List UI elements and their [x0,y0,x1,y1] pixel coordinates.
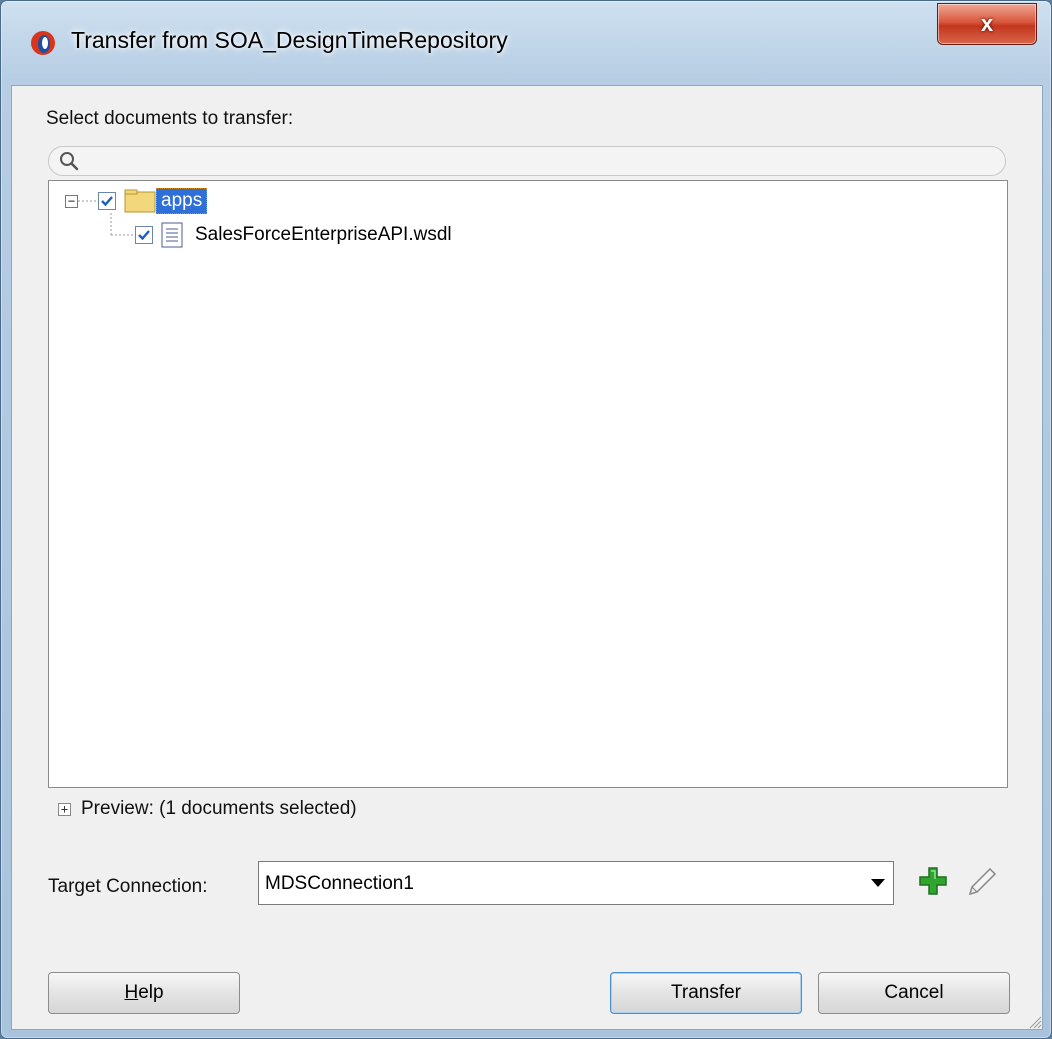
add-connection-icon[interactable] [918,866,948,896]
window-title: Transfer from SOA_DesignTimeRepository [71,27,508,53]
folder-icon [124,189,156,213]
document-tree[interactable]: − apps SalesForceEnterpriseAPI.wsdl [48,180,1008,788]
search-icon [60,152,79,171]
preview-label: Preview: (1 documents selected) [81,798,357,819]
checkmark-icon [101,196,113,207]
preview-toggle[interactable]: + Preview: (1 documents selected) [58,798,357,820]
select-documents-label: Select documents to transfer: [46,108,294,129]
transfer-button-label: Transfer [670,982,742,1003]
document-icon [161,222,183,248]
tree-node-label: SalesForceEnterpriseAPI.wsdl [195,224,452,245]
expand-icon[interactable]: + [58,802,71,816]
checkmark-icon [138,230,150,241]
wsdl-checkbox[interactable] [135,226,153,244]
target-connection-value: MDSConnection1 [265,873,414,894]
target-connection-label: Target Connection: [48,876,208,897]
oracle-app-icon [31,31,55,55]
tree-node-wsdl[interactable]: SalesForceEnterpriseAPI.wsdl [135,221,456,249]
tree-node-apps[interactable]: − apps [65,187,208,215]
cancel-button-label: Cancel [884,982,944,1003]
dialog-content: Select documents to transfer: − apps Sal… [11,85,1043,1030]
dialog-window: Transfer from SOA_DesignTimeRepository x… [0,0,1052,1039]
edit-connection-icon[interactable] [964,866,998,900]
title-bar[interactable]: Transfer from SOA_DesignTimeRepository x [1,1,1051,85]
transfer-button[interactable]: Transfer [610,972,802,1014]
help-button[interactable]: Help [48,972,240,1014]
search-field[interactable] [48,146,1006,176]
apps-checkbox[interactable] [98,192,116,210]
tree-node-label: apps [156,188,208,214]
target-connection-select[interactable]: MDSConnection1 [258,861,894,905]
help-button-label: Help [124,982,164,1003]
resize-grip-icon[interactable] [1026,1013,1042,1029]
collapse-icon[interactable]: − [65,194,78,208]
close-icon: x [980,11,994,36]
cancel-button[interactable]: Cancel [818,972,1010,1014]
close-button[interactable]: x [937,3,1037,45]
search-input[interactable] [85,149,989,175]
chevron-down-icon[interactable] [871,879,885,887]
